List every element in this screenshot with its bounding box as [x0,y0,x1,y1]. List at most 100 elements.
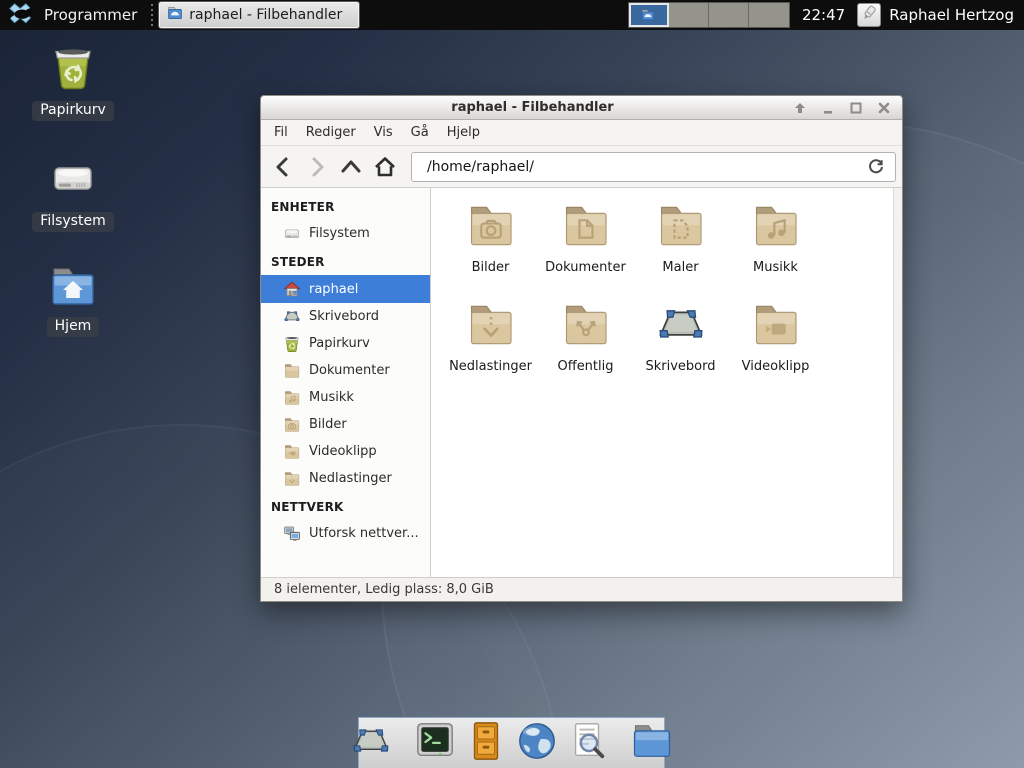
file-item-label: Dokumenter [545,260,626,275]
home-folder-icon [49,266,97,312]
file-item-videoklipp[interactable]: Videoklipp [728,297,823,396]
sidebar-item-dokumenter[interactable]: Dokumenter [261,357,430,384]
folder-video-icon [283,444,301,460]
sidebar-item-nedlastinger[interactable]: Nedlastinger [261,465,430,492]
toolbar: /home/raphael/ [261,146,902,188]
sidebar-header-enheter: ENHETER [261,192,430,220]
sidebar: ENHETER Filsystem STEDER raphael SkrivebordP… [261,188,431,577]
menu-vis[interactable]: Vis [365,122,402,143]
sidebar-item-skrivebord[interactable]: Skrivebord [261,303,430,330]
path-bar[interactable]: /home/raphael/ [411,152,896,182]
drive-icon [49,155,97,207]
folder-image-icon [283,417,301,433]
sidebar-item-bilder[interactable]: Bilder [261,411,430,438]
path-value: /home/raphael/ [427,159,858,175]
folder-video-icon [750,297,802,353]
stylus-icon [860,4,878,26]
dock-file-cabinet-button[interactable] [465,722,507,764]
scrollbar[interactable] [893,188,902,577]
file-item-offentlig[interactable]: Offentlig [538,297,633,396]
user-action-button[interactable] [857,3,881,27]
xfce-mouse-icon [8,2,38,29]
workspace-2[interactable] [669,3,709,27]
file-item-label: Nedlastinger [449,359,532,374]
sidebar-item-label: Videoklipp [309,444,377,459]
folder-download-icon [465,297,517,353]
show-desktop-icon [350,726,392,760]
file-item-dokumenter[interactable]: Dokumenter [538,198,633,297]
desktop-icon-label: Hjem [47,317,100,337]
sidebar-item-label: Bilder [309,417,347,432]
back-button[interactable] [267,152,299,182]
file-item-bilder[interactable]: Bilder [443,198,538,297]
file-item-nedlastinger[interactable]: Nedlastinger [443,297,538,396]
sidebar-item-videoklipp[interactable]: Videoklipp [261,438,430,465]
dock-search-button[interactable] [567,722,609,764]
dock-web-browser-button[interactable] [516,722,558,764]
clock: 22:47 [798,6,849,24]
home-button[interactable] [369,152,401,182]
desktop-icon-label: Filsystem [32,212,113,232]
window-controls [792,100,896,116]
desktop-icon-filsystem[interactable]: Filsystem [18,155,128,232]
statusbar: 8 ielementer, Ledig plass: 8,0 GiB [261,577,902,601]
files-grid: Bilder Dokumenter Maler Musikk Nedlastinger O… [431,188,893,577]
trash-icon [283,335,301,353]
file-manager-window: raphael - Filbehandler FilRedigerVisGåHj… [260,95,903,602]
folder-music-icon [283,390,301,406]
applications-menu-label: Programmer [44,6,137,24]
forward-button[interactable] [301,152,333,182]
dock-terminal-button[interactable] [414,722,456,764]
minimize-button[interactable] [820,100,836,116]
folder-template-icon [655,198,707,254]
menu-fil[interactable]: Fil [265,122,297,143]
dock-file-manager-button[interactable] [631,722,673,764]
status-text: 8 ielementer, Ledig plass: 8,0 GiB [274,582,494,597]
sidebar-header-nettverk: NETTVERK [261,492,430,520]
panel-handle[interactable] [148,4,156,26]
file-item-label: Musikk [753,260,798,275]
sidebar-item-label: raphael [309,282,358,297]
folder-download-icon [283,471,301,487]
folder-tan-icon [283,363,301,379]
close-button[interactable] [876,100,892,116]
menu-rediger[interactable]: Rediger [297,122,365,143]
sidebar-item-label: Dokumenter [309,363,390,378]
file-item-musikk[interactable]: Musikk [728,198,823,297]
sidebar-item-papirkurv[interactable]: Papirkurv [261,330,430,357]
sidebar-item-filsystem[interactable]: Filsystem [261,220,430,247]
sidebar-item-label: Nedlastinger [309,471,392,486]
up-button[interactable] [335,152,367,182]
applications-menu-button[interactable]: Programmer [0,0,145,30]
titlebar[interactable]: raphael - Filbehandler [261,96,902,120]
menu-hjelp[interactable]: Hjelp [438,122,489,143]
desktop-icon-hjem[interactable]: Hjem [18,266,128,337]
folder-blue-icon [631,723,673,764]
workspace-switcher [628,2,790,28]
shade-button[interactable] [792,100,808,116]
dock-show-desktop-button[interactable] [350,722,392,764]
sidebar-item-raphael[interactable]: raphael [261,275,430,303]
folder-image-icon [465,198,517,254]
sidebar-item-label: Musikk [309,390,354,405]
sidebar-item-label: Filsystem [309,226,370,241]
taskbar-window-button[interactable]: raphael - Filbehandler [159,2,359,28]
desktop-icon-label: Papirkurv [32,101,114,121]
window-title: raphael - Filbehandler [273,100,792,115]
refresh-icon[interactable] [865,156,887,178]
desktop-icon-papirkurv[interactable]: Papirkurv [18,44,128,121]
workspace-4[interactable] [749,3,789,27]
workspace-1[interactable] [629,3,669,27]
sidebar-header-steder: STEDER [261,247,430,275]
sidebar-item-musikk[interactable]: Musikk [261,384,430,411]
maximize-button[interactable] [848,100,864,116]
sidebar-item-utforsk-nettver-[interactable]: Utforsk nettver... [261,520,430,547]
house-icon [283,280,301,298]
file-item-maler[interactable]: Maler [633,198,728,297]
file-view[interactable]: Bilder Dokumenter Maler Musikk Nedlastinger O… [431,188,902,577]
file-cabinet-icon [465,720,507,766]
taskbar-window-label: raphael - Filbehandler [189,7,342,23]
workspace-3[interactable] [709,3,749,27]
file-item-skrivebord[interactable]: Skrivebord [633,297,728,396]
menu-gå[interactable]: Gå [402,122,438,143]
